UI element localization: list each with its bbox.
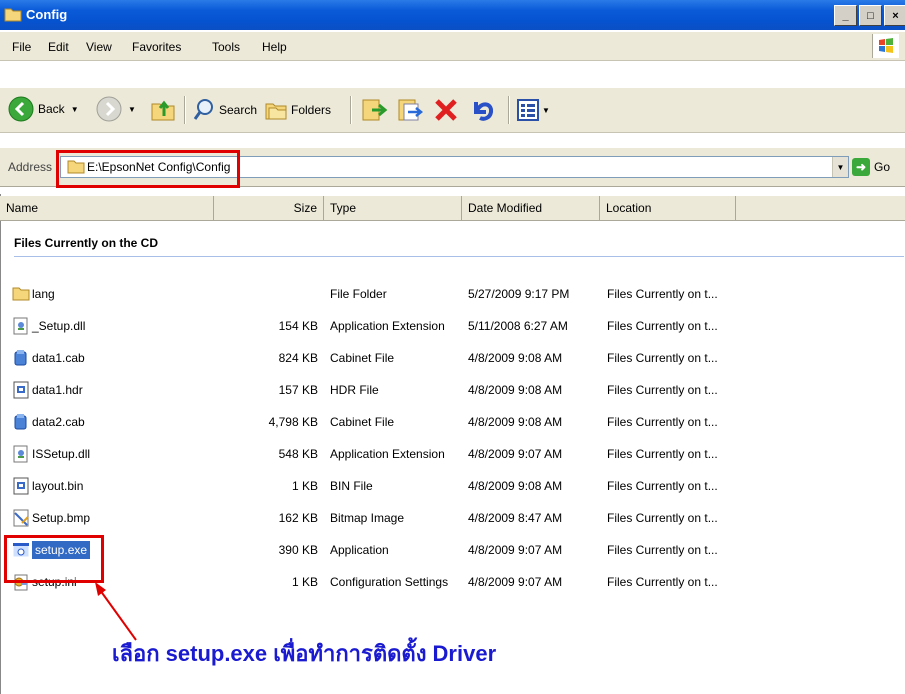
annotation-text: เลือก setup.exe เพื่อทำการติดตั้ง Driver — [112, 641, 497, 666]
annotation-arrow — [95, 582, 137, 641]
